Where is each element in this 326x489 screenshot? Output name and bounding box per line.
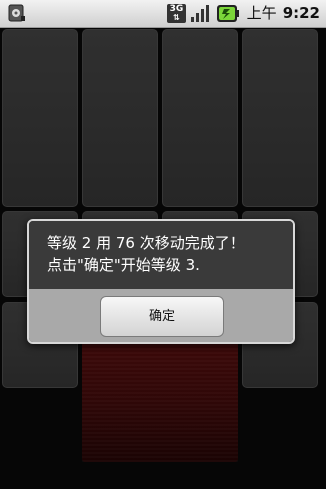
battery-charging-icon [216, 4, 240, 23]
dialog-body: 等级 2 用 76 次移动完成了！ 点击"确定"开始等级 3. [29, 221, 293, 289]
level-complete-dialog: 等级 2 用 76 次移动完成了！ 点击"确定"开始等级 3. 确定 [27, 219, 295, 344]
status-bar: 3G ⇅ 上午 9:22 [0, 0, 326, 28]
ampm-label: 上午 [246, 4, 277, 22]
ok-button[interactable]: 确定 [100, 296, 224, 337]
sd-card-icon [7, 4, 27, 22]
dialog-message-line-2: 点击"确定"开始等级 3. [47, 256, 200, 274]
phone-screen: 3G ⇅ 上午 9:22 等级 2 用 76 次移动完成了！ 点击"确定"开始等… [0, 0, 326, 489]
dialog-button-bar: 确定 [29, 289, 293, 342]
3g-data-icon: 3G ⇅ [167, 4, 186, 23]
time-label: 9:22 [282, 4, 320, 22]
dialog-message-line-1: 等级 2 用 76 次移动完成了！ [47, 234, 245, 252]
status-clock: 上午 9:22 [247, 3, 320, 23]
signal-strength-icon [190, 4, 211, 23]
